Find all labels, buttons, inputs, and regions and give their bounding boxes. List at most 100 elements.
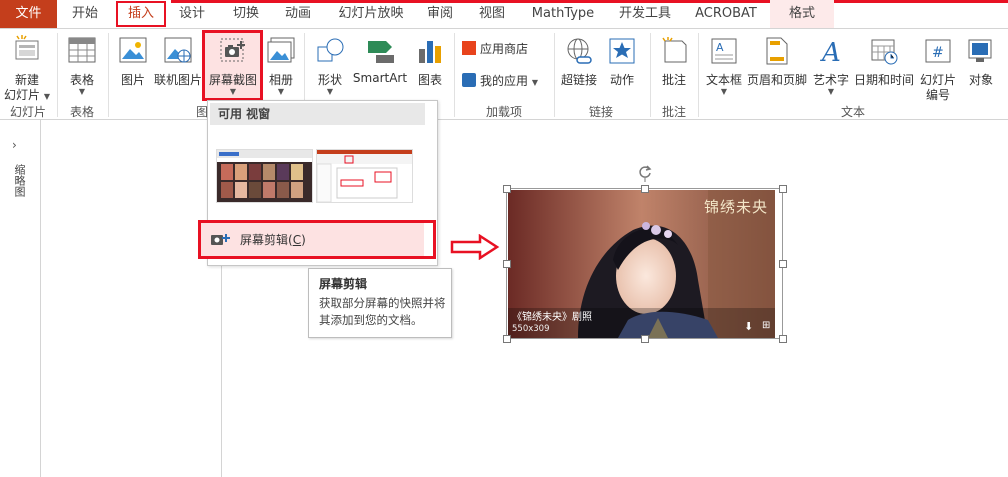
group-separator <box>554 33 555 117</box>
action-button[interactable]: 动作 <box>602 33 642 93</box>
group-label-slides: 幻灯片 <box>9 105 46 119</box>
tab-transitions[interactable]: 切换 <box>224 0 268 28</box>
hyperlink-button[interactable]: 超链接 <box>558 33 600 93</box>
svg-text:#: # <box>932 45 944 61</box>
new-slide-label-2: 幻灯片 ▼ <box>4 88 50 102</box>
resize-handle-ne[interactable] <box>779 185 787 193</box>
object-button[interactable]: 对象 <box>962 33 1000 93</box>
group-label-comments: 批注 <box>661 105 686 119</box>
tab-home[interactable]: 开始 <box>62 0 108 28</box>
resize-handle-e[interactable] <box>779 260 787 268</box>
hyperlink-icon <box>567 38 592 64</box>
smartart-label: SmartArt <box>352 71 408 85</box>
group-separator <box>108 33 109 117</box>
textbox-icon: A <box>711 38 737 64</box>
textbox-button[interactable]: A 文本框 ▼ <box>702 33 746 99</box>
group-label-addins: 加载项 <box>485 105 522 119</box>
tab-slideshow[interactable]: 幻灯片放映 <box>332 0 410 28</box>
screenshot-dropdown: 可用 视窗 屏幕剪辑(C) <box>198 100 438 266</box>
action-label: 动作 <box>609 73 634 87</box>
smartart-icon <box>368 41 394 63</box>
resize-handle-n[interactable] <box>641 185 649 193</box>
svg-text:A: A <box>820 38 841 65</box>
album-button[interactable]: 相册 ▼ <box>264 33 298 99</box>
datetime-button[interactable]: 日期和时间 <box>852 33 916 93</box>
slide-number-label-2: 编号 <box>925 88 950 102</box>
chevron-down-icon: ▼ <box>827 87 835 96</box>
screenshot-highlight-box <box>202 30 263 101</box>
resize-handle-sw[interactable] <box>503 335 511 343</box>
slide-number-icon: # <box>925 39 951 63</box>
thumbnail-pane-label[interactable]: 缩略图 <box>12 164 26 197</box>
new-slide-icon <box>15 35 39 60</box>
comment-label: 批注 <box>661 73 686 87</box>
header-footer-icon <box>766 37 788 65</box>
table-label: 表格 <box>69 73 94 87</box>
tooltip-description: 获取部分屏幕的快照并将其添加到您的文档。 <box>319 296 446 327</box>
new-slide-button[interactable]: 新建 幻灯片 ▼ <box>2 33 52 102</box>
group-label-text: 文本 <box>840 105 865 119</box>
resize-handle-nw[interactable] <box>503 185 511 193</box>
window-thumbnail-1[interactable] <box>216 149 313 203</box>
resize-handle-se[interactable] <box>779 335 787 343</box>
chevron-down-icon: ▼ <box>720 87 728 96</box>
chevron-down-icon: ▼ <box>43 92 50 101</box>
shapes-icon <box>317 38 344 62</box>
album-icon <box>267 37 295 63</box>
resize-handle-s[interactable] <box>641 335 649 343</box>
chevron-right-icon[interactable]: › <box>12 138 17 152</box>
tab-mathtype[interactable]: MathType <box>526 0 600 28</box>
store-icon <box>462 41 476 55</box>
red-arrow-icon <box>450 234 500 260</box>
chart-icon <box>419 41 441 63</box>
picture-label: 图片 <box>120 73 145 87</box>
slide-area-left <box>41 120 222 477</box>
tooltip-title: 屏幕剪辑 <box>319 277 368 291</box>
group-label-links: 链接 <box>588 105 613 119</box>
datetime-label: 日期和时间 <box>853 73 914 87</box>
app-store-button[interactable]: 应用商店 <box>462 39 528 59</box>
window-thumbnail-image <box>217 150 312 202</box>
comment-icon <box>662 37 687 63</box>
my-apps-button[interactable]: 我的应用 ▼ <box>462 71 538 91</box>
calendar-icon <box>871 39 898 65</box>
tab-format[interactable]: 格式 <box>770 0 834 28</box>
thumbnail-pane-collapsed: › 缩略图 <box>0 120 41 477</box>
tab-review[interactable]: 审阅 <box>418 0 462 28</box>
header-footer-button[interactable]: 页眉和页脚 <box>746 33 808 93</box>
tab-design[interactable]: 设计 <box>170 0 214 28</box>
tab-developer[interactable]: 开发工具 <box>612 0 678 28</box>
object-icon <box>968 39 992 62</box>
table-icon <box>68 37 96 63</box>
screen-clipping-tooltip: 屏幕剪辑 获取部分屏幕的快照并将其添加到您的文档。 <box>308 268 452 338</box>
tab-file[interactable]: 文件 <box>0 0 57 28</box>
textbox-label: 文本框 <box>705 73 742 87</box>
smartart-button[interactable]: SmartArt <box>352 33 408 93</box>
header-footer-label: 页眉和页脚 <box>746 73 807 87</box>
chart-button[interactable]: 图表 <box>412 33 448 93</box>
online-picture-icon <box>164 37 192 63</box>
tab-acrobat[interactable]: ACROBAT <box>690 0 762 28</box>
group-separator <box>650 33 651 117</box>
picture-icon <box>119 37 147 63</box>
rotate-handle-icon[interactable] <box>637 164 653 182</box>
table-button[interactable]: 表格 ▼ <box>62 33 102 99</box>
ribbon-tab-bar: 文件 开始 插入 设计 切换 动画 幻灯片放映 审阅 视图 MathType 开… <box>0 0 1008 29</box>
tab-insert[interactable]: 插入 <box>116 1 166 27</box>
picture-button[interactable]: 图片 <box>114 33 152 93</box>
online-picture-button[interactable]: 联机图片 <box>152 33 204 93</box>
screen-clipping-highlight-box <box>198 220 436 259</box>
available-windows-header: 可用 视窗 <box>210 103 425 125</box>
window-thumbnail-2[interactable] <box>316 149 413 203</box>
tab-animations[interactable]: 动画 <box>276 0 320 28</box>
slide-number-button[interactable]: # 幻灯片 编号 <box>916 33 960 102</box>
ribbon: 新建 幻灯片 ▼ 幻灯片 表格 ▼ 表格 图片 联机图片 屏幕截图 ▼ 相册 ▼… <box>0 29 1008 120</box>
comment-button[interactable]: 批注 <box>654 33 694 93</box>
wordart-button[interactable]: A 艺术字 ▼ <box>810 33 852 99</box>
tab-view[interactable]: 视图 <box>470 0 514 28</box>
shapes-label: 形状 <box>317 73 342 87</box>
resize-handle-w[interactable] <box>503 260 511 268</box>
shapes-button[interactable]: 形状 ▼ <box>312 33 348 99</box>
image-selection-frame <box>506 188 783 339</box>
object-label: 对象 <box>968 73 993 87</box>
